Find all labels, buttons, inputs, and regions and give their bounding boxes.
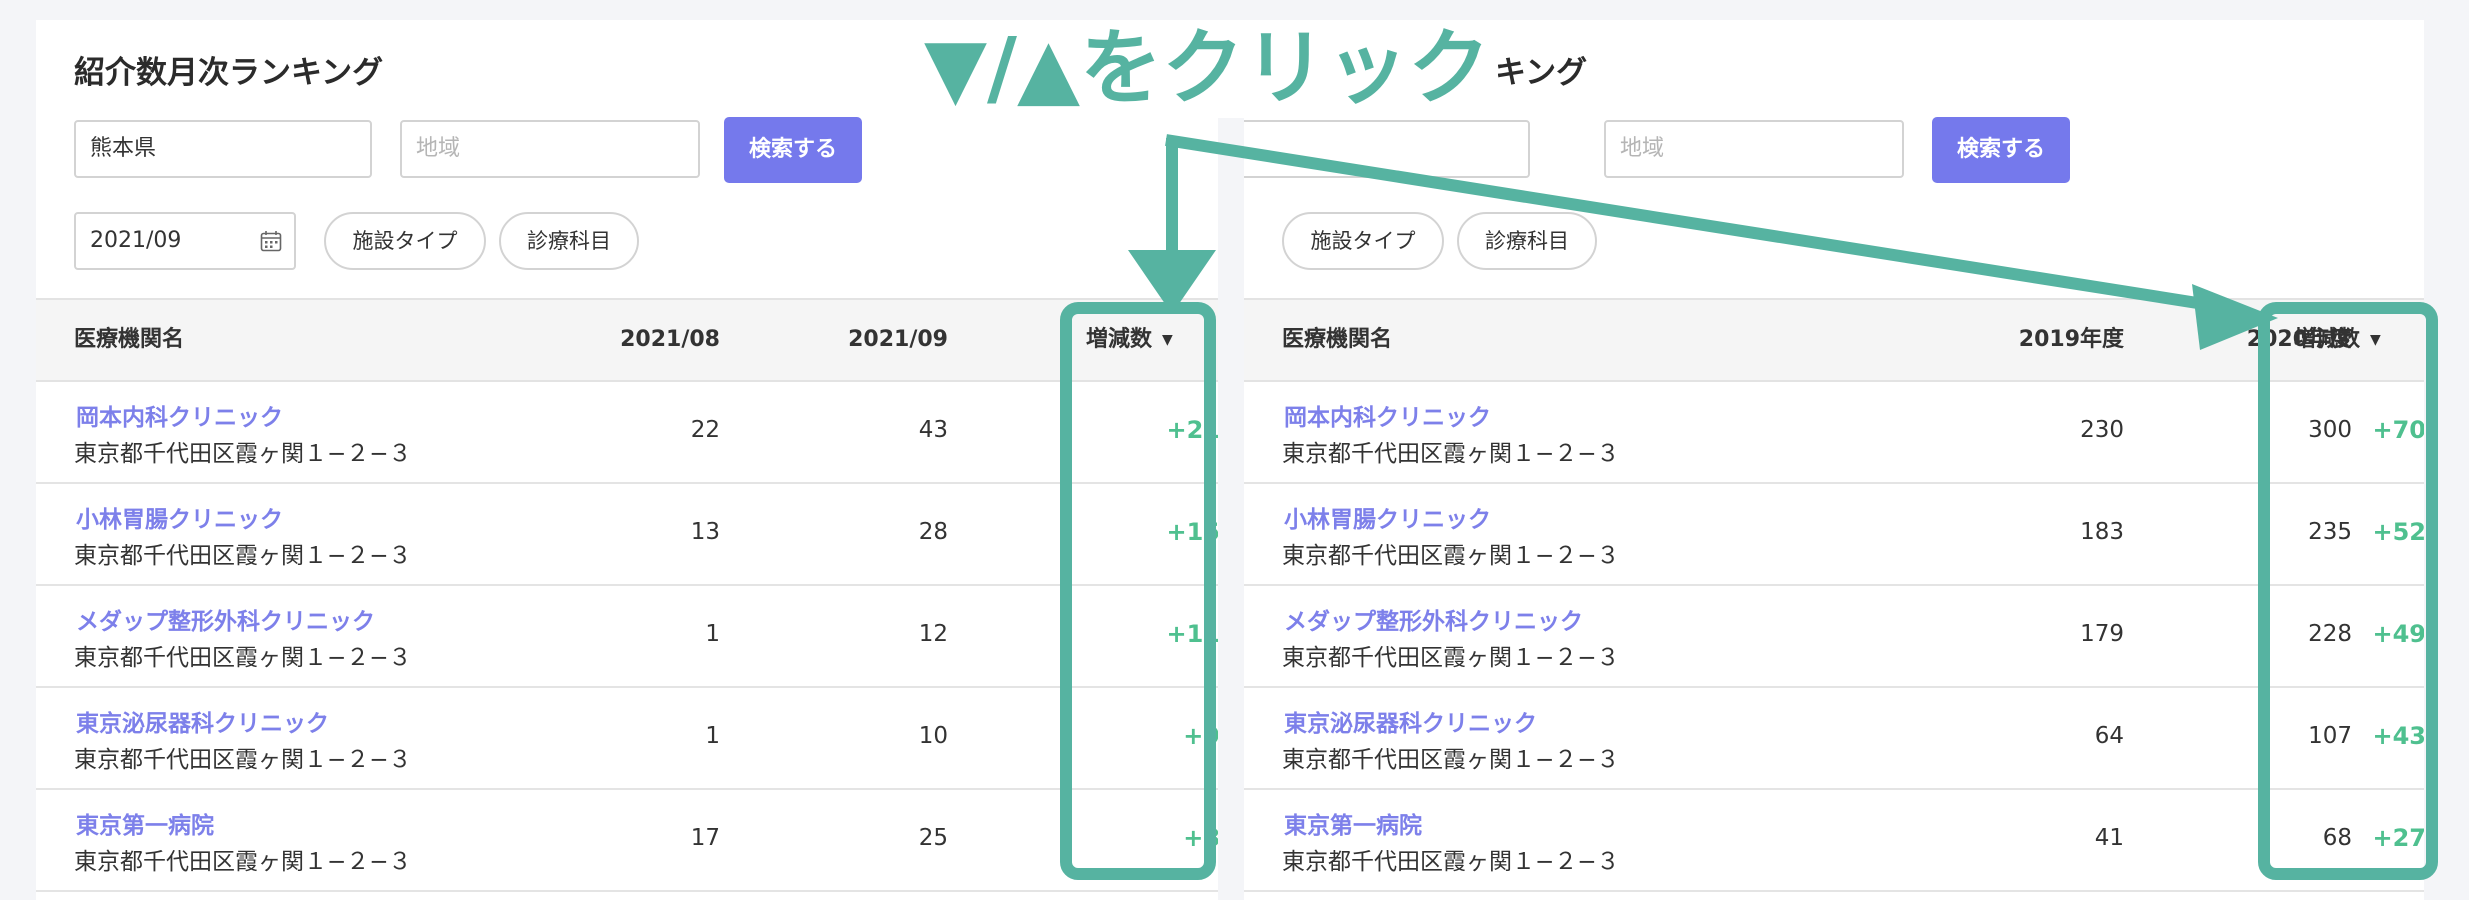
annotation-arrows	[1128, 134, 2278, 350]
arrow-right-shaft	[1165, 134, 2211, 311]
instruction-callout: ▼/▲をクリック	[916, 20, 1499, 118]
arrow-down-head	[1128, 250, 1216, 314]
arrow-right-head	[2192, 284, 2278, 350]
